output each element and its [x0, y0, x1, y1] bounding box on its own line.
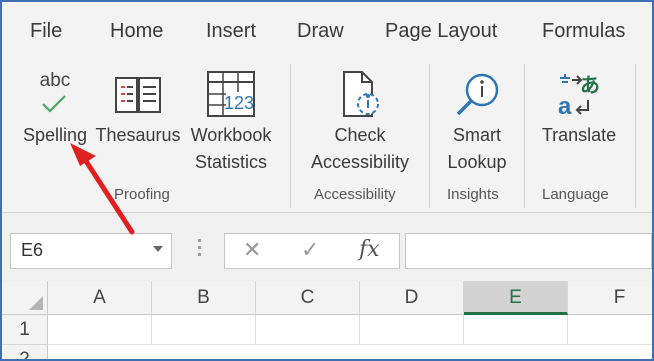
- name-box[interactable]: E6: [10, 233, 172, 269]
- row-header-1[interactable]: 1: [2, 315, 48, 345]
- select-all-button[interactable]: [2, 281, 48, 315]
- translate-button[interactable]: a あ Translate: [532, 66, 626, 176]
- cancel-icon[interactable]: ✕: [243, 237, 261, 263]
- lookup-label: Lookup: [447, 152, 507, 172]
- tab-insert[interactable]: Insert: [206, 20, 256, 43]
- formula-buttons: ✕ ✓ fx: [224, 233, 400, 269]
- column-header-a[interactable]: A: [48, 281, 152, 315]
- language-group-label: Language: [542, 186, 609, 203]
- translate-label: Translate: [541, 125, 617, 145]
- row-header-2[interactable]: 2: [2, 345, 48, 359]
- ribbon-tabs: File Home Insert Draw Page Layout Formul…: [2, 2, 652, 64]
- workbook-label: Workbook: [190, 125, 272, 145]
- column-header-c[interactable]: C: [256, 281, 360, 315]
- check-label: Check: [334, 125, 386, 145]
- column-header-d[interactable]: D: [360, 281, 464, 315]
- cell[interactable]: [568, 315, 652, 345]
- cell[interactable]: [360, 315, 464, 345]
- smart-label: Smart: [452, 125, 501, 145]
- cell[interactable]: [464, 315, 568, 345]
- formula-bar: E6 ✕ ✓ fx: [2, 213, 652, 281]
- insert-function-icon[interactable]: fx: [359, 237, 380, 262]
- smart-lookup-button[interactable]: Smart Lookup: [436, 66, 518, 182]
- chevron-down-icon[interactable]: [153, 246, 163, 252]
- accessibility-check-icon: [338, 70, 382, 120]
- spelling-button[interactable]: abc Spelling: [16, 66, 94, 176]
- thesaurus-button[interactable]: Thesaurus: [94, 66, 182, 176]
- proofing-group-label: Proofing: [114, 186, 170, 203]
- tab-file[interactable]: File: [30, 20, 62, 43]
- formula-input[interactable]: [405, 233, 652, 269]
- worksheet-grid: A B C D E F 1 2: [2, 281, 652, 359]
- column-header-f[interactable]: F: [568, 281, 652, 315]
- column-header-e[interactable]: E: [464, 281, 568, 315]
- enter-icon[interactable]: ✓: [301, 237, 319, 263]
- tab-home[interactable]: Home: [110, 20, 163, 43]
- spelling-icon: abc: [33, 70, 77, 118]
- spelling-label: Spelling: [22, 125, 88, 145]
- tab-formulas[interactable]: Formulas: [542, 20, 625, 43]
- group-divider: [524, 64, 525, 208]
- column-header-b[interactable]: B: [152, 281, 256, 315]
- tab-page-layout[interactable]: Page Layout: [385, 20, 497, 43]
- statistics-label: Statistics: [194, 152, 268, 172]
- magnifier-info-icon: [452, 70, 502, 120]
- accessibility-group-label: Accessibility: [314, 186, 396, 203]
- thesaurus-label: Thesaurus: [95, 125, 181, 145]
- cell[interactable]: [256, 315, 360, 345]
- accessibility-label: Accessibility: [310, 152, 410, 172]
- cell[interactable]: [48, 315, 152, 345]
- check-accessibility-button[interactable]: Check Accessibility: [302, 66, 418, 182]
- resize-handle[interactable]: [198, 239, 202, 260]
- excel-window: File Home Insert Draw Page Layout Formul…: [0, 0, 654, 361]
- insights-group-label: Insights: [447, 186, 499, 203]
- translate-icon: a あ: [554, 70, 604, 120]
- group-divider: [290, 64, 291, 208]
- svg-text:a: a: [558, 93, 572, 120]
- tab-draw[interactable]: Draw: [297, 20, 344, 43]
- group-divider: [429, 64, 430, 208]
- table-icon: 123: [206, 70, 256, 118]
- name-box-value: E6: [21, 240, 44, 260]
- workbook-statistics-button[interactable]: 123 Workbook Statistics: [184, 66, 278, 182]
- review-ribbon: abc Spelling Thesaurus 123 Workbook Stat…: [2, 64, 652, 213]
- svg-text:あ: あ: [580, 73, 600, 97]
- book-icon: [112, 72, 164, 116]
- cell[interactable]: [152, 315, 256, 345]
- group-divider: [635, 64, 636, 208]
